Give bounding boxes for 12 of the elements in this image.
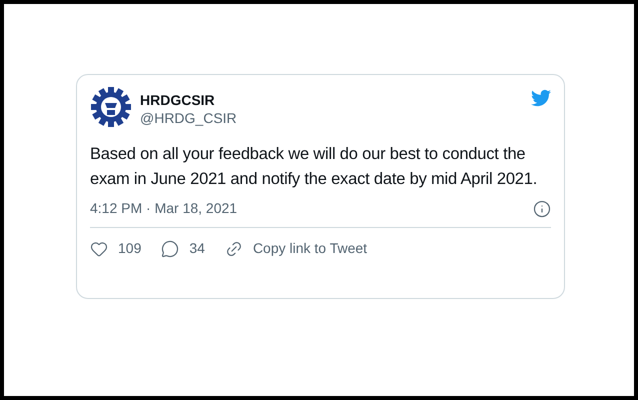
tweet-text: Based on all your feedback we will do our best to conduct the exam in June 2021 and notify the exact date by mid April 2021. <box>90 144 538 190</box>
speech-bubble-icon <box>161 240 180 258</box>
heart-icon <box>90 240 108 258</box>
copy-action-button[interactable]: Copy link to Tweet <box>224 238 368 259</box>
gear-logo-icon <box>90 86 132 128</box>
bird-logo-icon <box>531 88 551 108</box>
author-handle: @HRDG_CSIR <box>140 109 237 127</box>
reply-action-button[interactable]: 34 <box>161 238 205 259</box>
author-name: HRDGCSIR <box>140 91 216 109</box>
info-icon[interactable] <box>533 200 551 218</box>
like-action-button[interactable]: 109 <box>90 238 142 259</box>
tweet-timestamp[interactable]: 4:12 PM · Mar 18, 2021 <box>90 198 238 219</box>
